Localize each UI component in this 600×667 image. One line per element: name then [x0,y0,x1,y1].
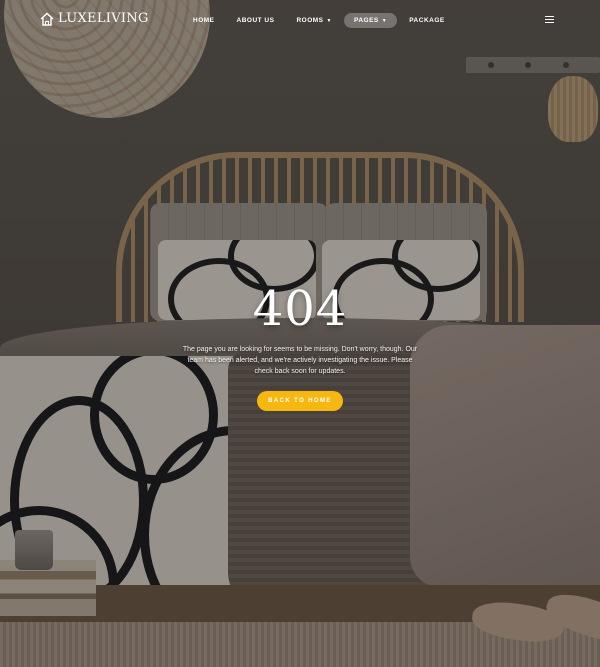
hero-section: LUXELIVING HOME ABOUT US ROOMS ▼ PAGES ▼… [0,0,600,667]
main-menu: HOME ABOUT US ROOMS ▼ PAGES ▼ PACKAGE [183,13,455,28]
nav-item-rooms[interactable]: ROOMS ▼ [286,13,342,28]
nav-item-label: ROOMS [296,17,324,24]
brand-name: LUXELIVING [58,11,149,26]
brand-logo[interactable]: LUXELIVING [40,11,149,26]
error-code: 404 [252,281,348,337]
nav-item-about-us[interactable]: ABOUT US [227,13,285,28]
nav-item-label: ABOUT US [236,17,275,24]
nav-item-pages[interactable]: PAGES ▼ [343,13,398,28]
hamburger-icon[interactable] [545,16,554,24]
top-navigation: LUXELIVING HOME ABOUT US ROOMS ▼ PAGES ▼… [0,0,600,40]
nav-item-package[interactable]: PACKAGE [399,13,455,28]
nav-item-label: HOME [193,17,215,24]
nav-item-home[interactable]: HOME [183,13,225,28]
house-icon [40,12,54,26]
nav-item-label: PAGES [353,17,379,24]
caret-down-icon: ▼ [381,17,388,24]
error-message: The page you are looking for seems to be… [182,346,418,375]
back-to-home-button[interactable]: BACK TO HOME [257,391,343,411]
error-content: 404 The page you are looking for seems t… [0,284,600,411]
nav-item-label: PACKAGE [409,17,445,24]
caret-down-icon: ▼ [326,17,332,24]
